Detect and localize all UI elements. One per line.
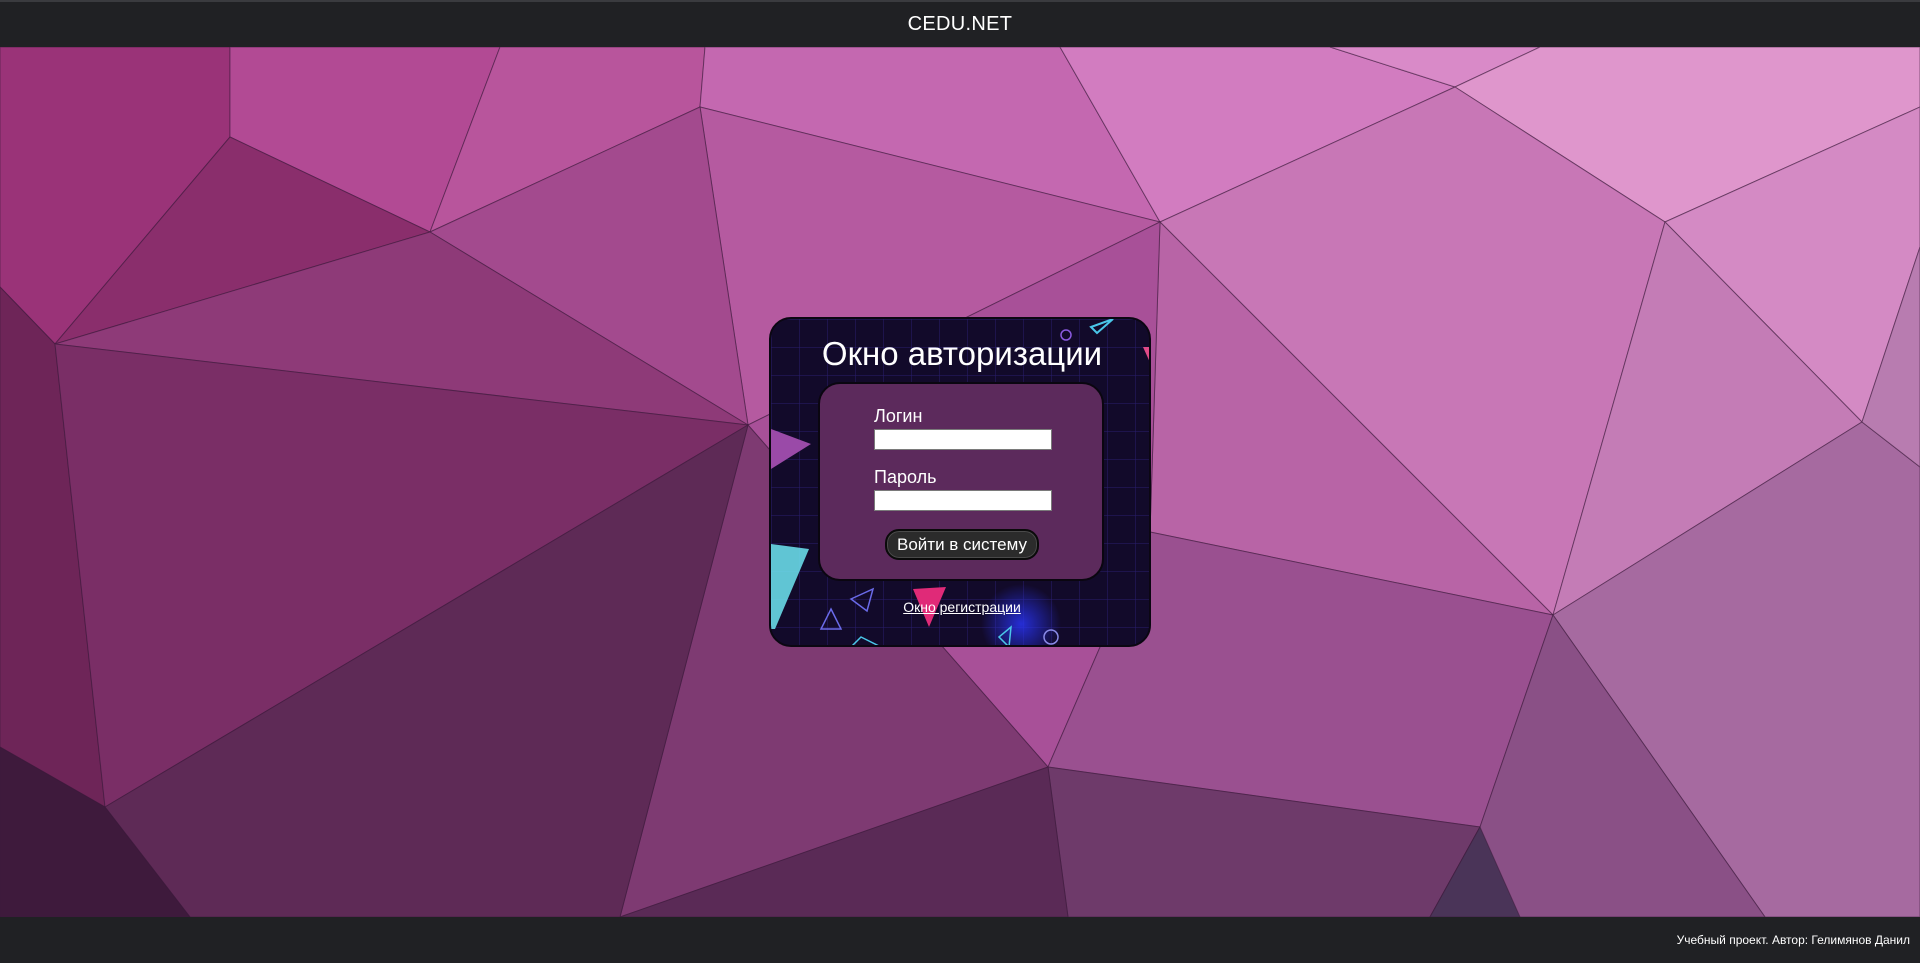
footer-bar: Учебный проект. Автор: Гелимянов Данил [0,917,1920,963]
login-input[interactable] [874,429,1052,450]
page: CEDU.NET Окно авторизации Логин Пароль В… [0,0,1920,963]
password-input[interactable] [874,490,1052,511]
password-label: Пароль [874,467,937,487]
auth-title: Окно авторизации [821,335,1103,372]
login-form: Логин Пароль Войти в систему [818,382,1104,581]
footer-credits: Учебный проект. Автор: Гелимянов Данил [1676,933,1910,947]
header-bar: CEDU.NET [0,0,1920,47]
login-label: Логин [874,406,923,426]
auth-card: Окно авторизации Логин Пароль Войти в си… [769,317,1151,647]
login-button[interactable]: Войти в систему [885,529,1039,560]
site-title: CEDU.NET [907,13,1013,35]
register-link-wrap: Окно регистрации [771,599,1149,617]
register-link[interactable]: Окно регистрации [903,599,1021,615]
